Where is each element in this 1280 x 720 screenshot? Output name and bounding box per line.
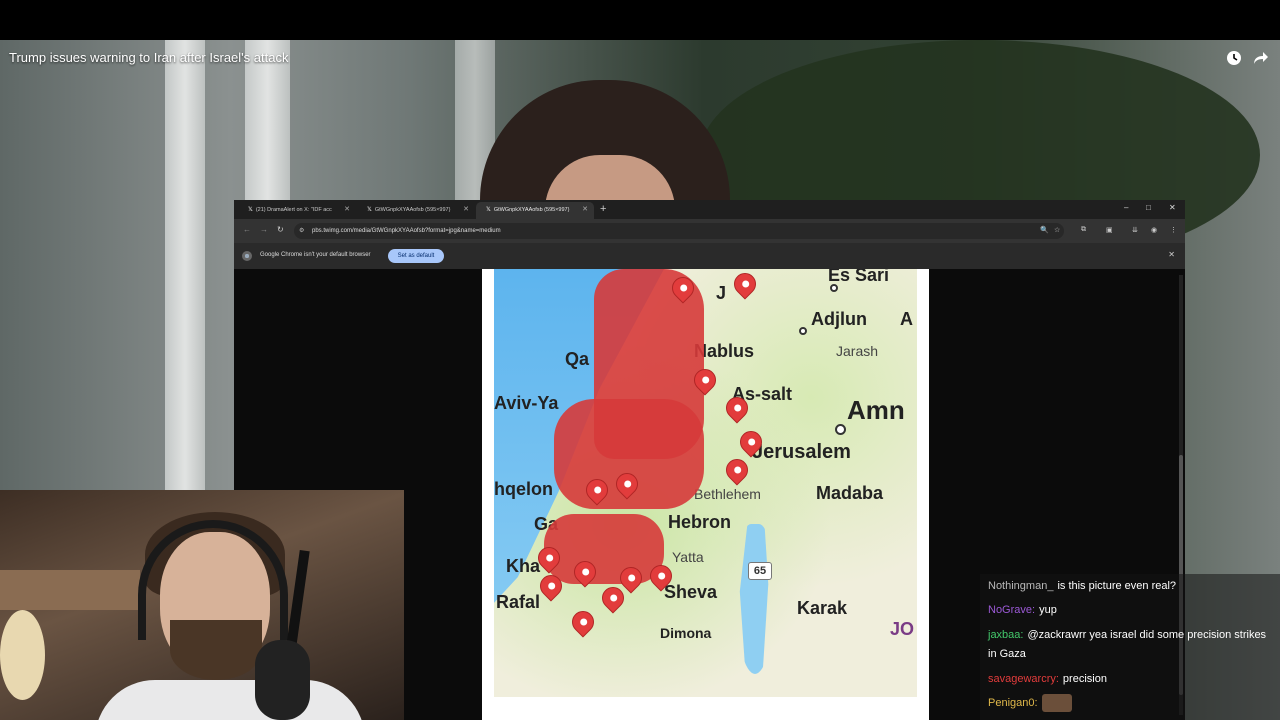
place-yatta: Yatta [672,549,704,565]
tab-label: (21) DramaAlert on X: "IDF acc [255,207,332,213]
place-kha: Kha [506,556,541,576]
place-hebron: Hebron [668,512,731,532]
back-icon[interactable]: ← [243,225,251,234]
place-j: J [716,283,727,303]
chat-text: is this picture even real? [1057,580,1177,592]
profile-icon[interactable]: ◉ [1151,226,1157,234]
shelf-decoration [0,570,140,610]
place-ajlun: Adjlun [811,309,867,329]
city-dot [799,327,807,335]
chat-text: yup [1039,604,1057,616]
column-decoration [165,40,205,490]
minimize-icon[interactable]: – [1124,203,1128,212]
chat-text: in Gaza [988,648,1026,660]
close-icon[interactable]: ✕ [463,202,469,218]
city-dot [830,284,838,292]
place-karak: Karak [797,598,848,618]
road-shield: 65 [748,562,772,580]
x-logo-icon: 𝕏 [248,207,253,213]
chat-username: jaxbaa: [988,629,1024,641]
sidepanel-icon[interactable]: ▣ [1106,226,1113,234]
place-jordan: JO [890,619,915,639]
url-text: pbs.twimg.com/media/GtWGnpkXYAAofsb?form… [312,228,501,234]
pin-cluster-south [544,514,664,584]
chat-message-continuation: in Gaza [988,645,1026,664]
default-browser-infobar: Google Chrome isn't your default browser… [234,243,1185,269]
place-ashkelon: hqelon [494,479,553,499]
plush-toy-decoration [0,610,45,700]
place-dimona: Dimona [660,625,712,641]
place-es-sari: Es Sari [828,269,890,285]
close-icon[interactable]: ✕ [1168,250,1175,259]
reload-icon[interactable]: ↻ [277,225,284,234]
place-a: A [900,309,913,329]
zoom-icon[interactable]: 🔍 [1040,226,1049,234]
place-beersheba: Sheva [664,582,718,602]
chat-emote-icon [1041,694,1072,713]
chat-text: precision [1062,673,1107,685]
place-madaba: Madaba [816,483,884,503]
tab-label: GtWGnpkXYAAofsb (595×997) [374,207,451,213]
place-qa: Qa [565,349,590,369]
stream-screen: Trump issues warning to Iran after Israe… [0,0,1280,720]
chat-message: NoGrave: yup [988,601,1057,620]
place-amman: Amn [847,395,905,425]
close-window-icon[interactable]: ✕ [1169,203,1176,212]
address-bar[interactable]: ⚙ pbs.twimg.com/media/GtWGnpkXYAAofsb?fo… [294,223,1064,239]
site-info-icon[interactable]: ⚙ [299,227,307,235]
place-aviv: Aviv-Ya [494,393,559,413]
map-canvas: Es Sari Adjlun A Jarash Nablus Qa Aviv-Y… [494,269,917,697]
downloads-icon[interactable]: ⇊ [1132,226,1138,234]
streamer-shirt [95,680,365,720]
tab-dramaalert[interactable]: 𝕏 (21) DramaAlert on X: "IDF acc ✕ [238,202,356,219]
infobar-message: Google Chrome isn't your default browser [260,252,371,258]
microphone-decoration [255,640,310,720]
chat-username: NoGrave: [988,604,1036,616]
extensions-icon[interactable]: ⧉ [1081,226,1086,234]
tab-image-2[interactable]: 𝕏 GtWGnpkXYAAofsb (595×997) ✕ [476,202,594,219]
video-title: Trump issues warning to Iran after Israe… [9,50,289,65]
close-icon[interactable]: ✕ [344,202,350,218]
chat-text: @zackrawrr yea israel did some precision… [1027,629,1267,641]
place-jarash: Jarash [836,343,879,359]
x-logo-icon: 𝕏 [367,207,372,213]
tab-label: GtWGnpkXYAAofsb (595×997) [493,207,570,213]
chat-message: Penigan0: [988,694,1072,713]
tab-image-1[interactable]: 𝕏 GtWGnpkXYAAofsb (595×997) ✕ [357,202,475,219]
place-jerusalem: Jerusalem [752,441,851,463]
chat-username: savagewarcry: [988,673,1059,685]
chat-message: savagewarcry: precision [988,670,1107,689]
maximize-icon[interactable]: □ [1146,203,1151,212]
chrome-logo-icon [242,251,252,261]
share-icon[interactable] [1253,50,1269,66]
chat-message: jaxbaa: @zackrawrr yea israel did some pr… [988,626,1266,645]
set-as-default-button[interactable]: Set as default [388,249,444,263]
place-rafah: Rafal [496,592,541,612]
webcam-overlay [0,490,404,720]
clock-icon[interactable] [1226,50,1242,66]
place-bethlehem: Bethlehem [694,486,761,502]
map-image: Es Sari Adjlun A Jarash Nablus Qa Aviv-Y… [482,269,929,720]
capital-dot [835,424,846,435]
tab-strip: 𝕏 (21) DramaAlert on X: "IDF acc ✕ 𝕏 GtWGn… [234,200,1185,219]
chat-message: Nothingman_ is this picture even real? [988,577,1176,596]
forward-icon[interactable]: → [260,225,268,234]
chat-overlay: Nothingman_ is this picture even real? No… [980,574,1280,720]
browser-toolbar: ← → ↻ ⚙ pbs.twimg.com/media/GtWGnpkXYAAo… [234,219,1185,243]
chat-username: Nothingman_ [988,580,1054,592]
menu-kebab-icon[interactable]: ⋮ [1170,226,1177,234]
top-black-bar [0,0,1280,40]
x-logo-icon: 𝕏 [486,207,491,213]
new-tab-button[interactable]: + [600,202,606,217]
close-icon[interactable]: ✕ [582,202,588,218]
bookmark-star-icon[interactable]: ☆ [1054,226,1060,234]
chat-username: Penigan0: [988,697,1038,709]
